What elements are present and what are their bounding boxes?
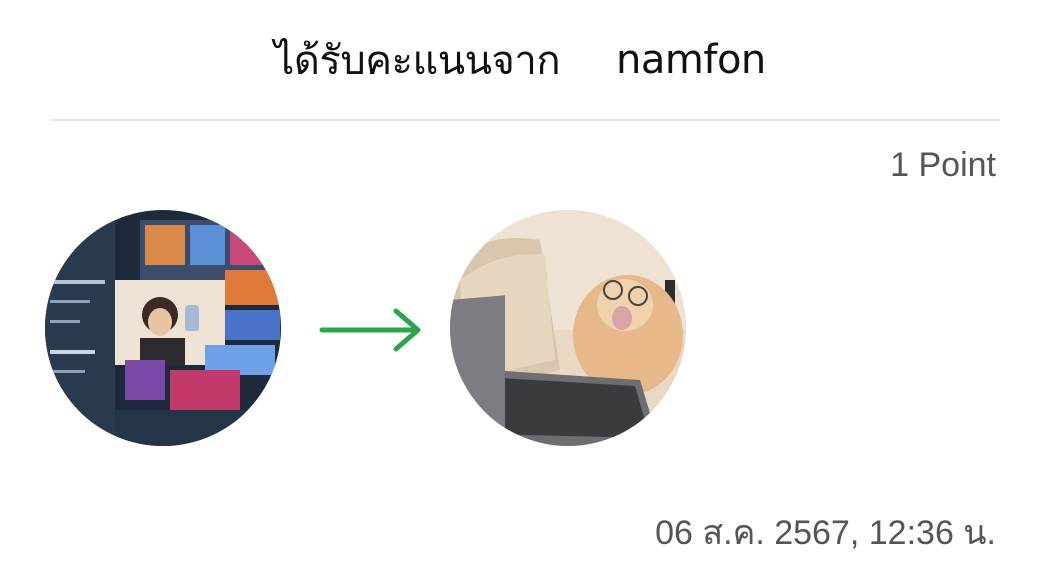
sender-name: namfon: [616, 37, 766, 83]
header: ได้รับคะแนนจาก namfon: [0, 30, 1040, 90]
recipient-avatar: [450, 210, 686, 446]
header-title: ได้รับคะแนนจาก: [274, 38, 561, 84]
arrow-right-icon: [318, 305, 424, 355]
points-amount: 1 Point: [890, 146, 996, 184]
timestamp: 06 ส.ค. 2567, 12:36 น.: [655, 514, 996, 552]
divider: [50, 119, 1000, 121]
recipient-avatar-image: [450, 210, 686, 446]
sender-avatar-image: [45, 210, 281, 446]
sender-avatar: [45, 210, 281, 446]
points-received-screen: ได้รับคะแนนจาก namfon 1 Point 06 ส.ค. 25…: [0, 0, 1040, 585]
